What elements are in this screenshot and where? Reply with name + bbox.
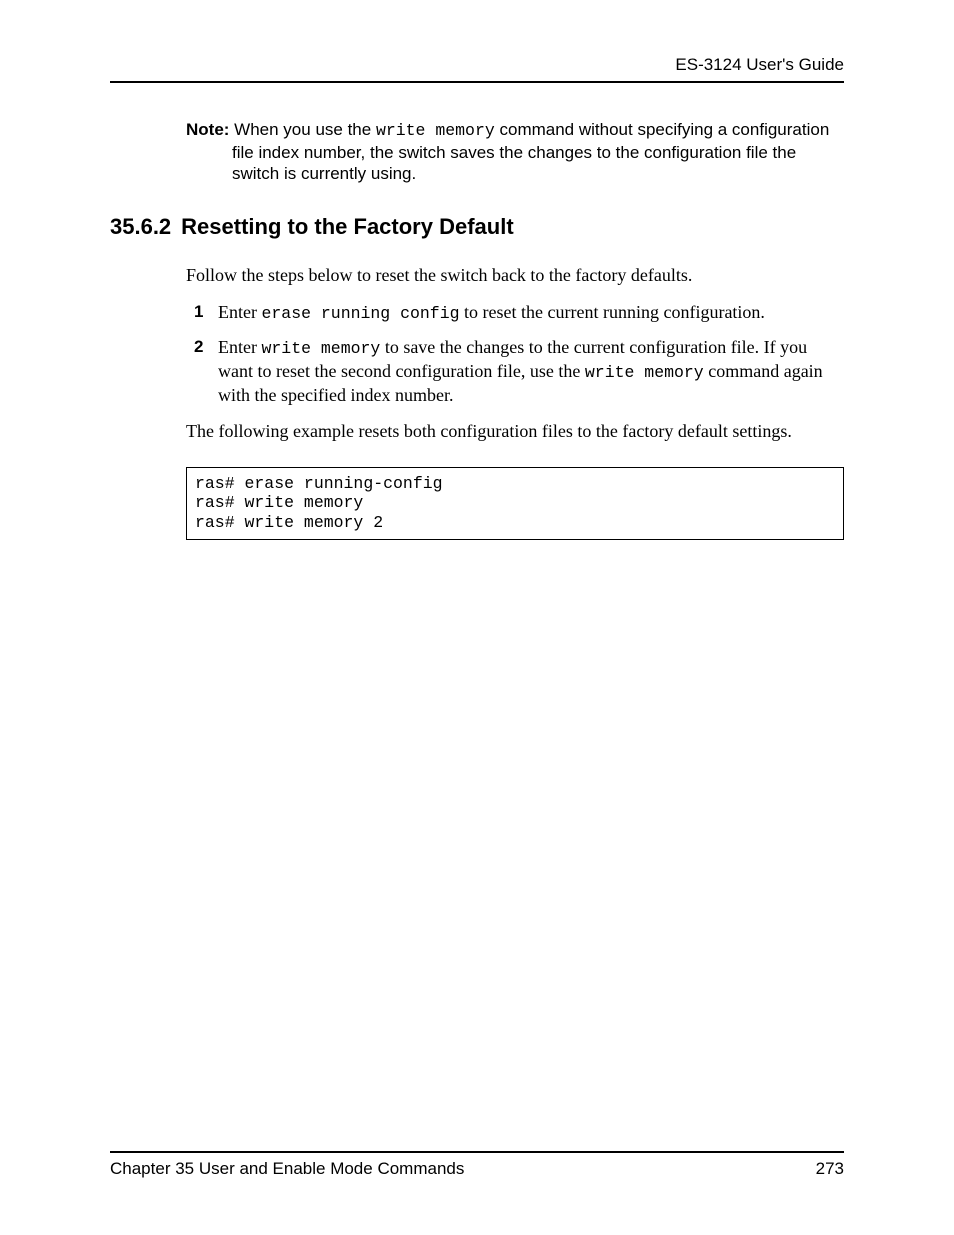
section-number: 35.6.2 xyxy=(110,214,171,240)
section-heading: 35.6.2 Resetting to the Factory Default xyxy=(110,214,844,240)
note-block: Note: When you use the write memory comm… xyxy=(186,119,844,184)
note-code: write memory xyxy=(376,121,495,140)
code-example-box: ras# erase running-config ras# write mem… xyxy=(186,467,844,540)
example-paragraph: The following example resets both config… xyxy=(186,420,844,443)
steps-list: 1 Enter erase running config to reset th… xyxy=(186,301,844,406)
intro-paragraph: Follow the steps below to reset the swit… xyxy=(186,264,844,287)
section-title: Resetting to the Factory Default xyxy=(181,214,513,239)
step-text-before: Enter xyxy=(218,337,261,357)
note-line-3: switch is currently using. xyxy=(232,163,844,184)
step-number: 2 xyxy=(194,336,203,357)
header-guide-title: ES-3124 User's Guide xyxy=(110,55,844,75)
step-code-2: write memory xyxy=(585,363,704,382)
step-code: write memory xyxy=(261,339,380,358)
note-text-1: When you use the xyxy=(229,120,375,139)
note-text-2: command without specifying a configurati… xyxy=(495,120,830,139)
step-text-after: to reset the current running configurati… xyxy=(460,302,765,322)
footer-chapter: Chapter 35 User and Enable Mode Commands xyxy=(110,1159,464,1179)
footer-rule xyxy=(110,1151,844,1153)
footer-page-number: 273 xyxy=(816,1159,844,1179)
header-rule xyxy=(110,81,844,83)
page-footer: Chapter 35 User and Enable Mode Commands… xyxy=(110,1151,844,1179)
step-code: erase running config xyxy=(261,304,459,323)
note-label: Note: xyxy=(186,120,229,139)
step-1: 1 Enter erase running config to reset th… xyxy=(186,301,844,325)
note-line-2: file index number, the switch saves the … xyxy=(232,142,844,163)
step-text-before: Enter xyxy=(218,302,261,322)
step-number: 1 xyxy=(194,301,203,322)
step-2: 2 Enter write memory to save the changes… xyxy=(186,336,844,406)
